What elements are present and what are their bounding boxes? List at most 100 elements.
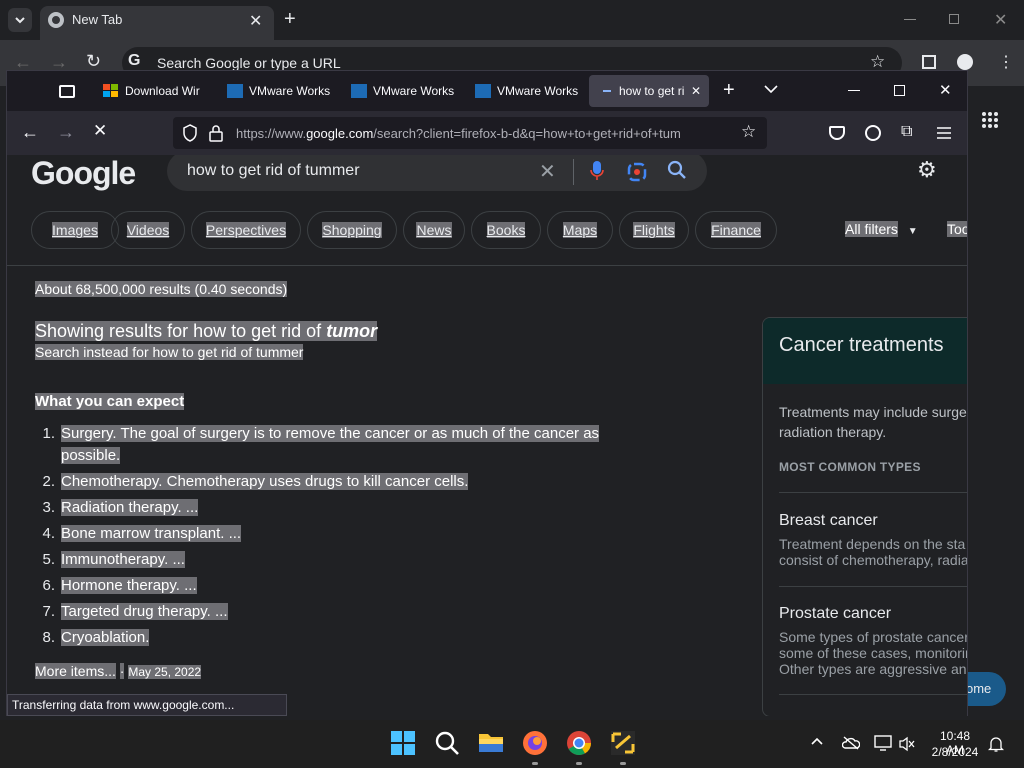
corrected-word: tumor xyxy=(326,321,378,341)
chip-images[interactable]: Images xyxy=(31,211,119,249)
close-tab-icon[interactable]: ✕ xyxy=(249,11,262,31)
divider xyxy=(573,159,574,185)
google-lens-icon[interactable] xyxy=(627,162,647,182)
separator-dot: · xyxy=(119,663,125,679)
url-text[interactable]: https://www.google.com/search?client=fir… xyxy=(236,126,736,141)
minimize-icon[interactable] xyxy=(904,19,916,20)
account-icon[interactable] xyxy=(865,125,881,141)
minimize-icon[interactable] xyxy=(848,90,860,91)
list-number: 7. xyxy=(42,603,55,620)
list-item: 7. Targeted drug therapy. ... xyxy=(37,603,228,620)
firefox-view-icon[interactable] xyxy=(59,85,75,98)
showing-prefix: Showing results for xyxy=(35,321,189,341)
all-filters-button[interactable]: All filters ▼ xyxy=(845,221,918,237)
more-options-icon[interactable]: ⋮ xyxy=(963,159,967,180)
maximize-icon[interactable] xyxy=(894,85,905,96)
tab-vmware-3[interactable]: VMware Works xyxy=(467,75,579,107)
network-icon[interactable] xyxy=(874,735,892,751)
firefox-icon[interactable] xyxy=(522,730,550,758)
file-explorer-icon[interactable] xyxy=(478,730,506,758)
search-instead-link[interactable]: Search instead for how to get rid of tum… xyxy=(35,344,304,360)
chip-shopping[interactable]: Shopping xyxy=(307,211,397,249)
restore-icon[interactable] xyxy=(949,14,959,24)
hamburger-menu-icon[interactable] xyxy=(936,127,952,139)
lock-icon[interactable] xyxy=(209,124,223,142)
corrected-query-link[interactable]: how to get rid of tumor xyxy=(193,321,378,341)
chip-label: Images xyxy=(52,222,98,238)
knowledge-panel-title: Cancer treatments xyxy=(779,334,944,356)
tools-button[interactable]: Too xyxy=(947,221,967,237)
chip-label: Videos xyxy=(126,222,170,238)
tracking-shield-icon[interactable] xyxy=(182,124,198,142)
profile-icon[interactable] xyxy=(957,54,973,70)
list-tabs-icon[interactable] xyxy=(764,79,778,99)
search-input[interactable]: how to get rid of tummer xyxy=(187,162,360,180)
tab-vmware-1[interactable]: VMware Works xyxy=(219,75,331,107)
stop-loading-icon[interactable]: ✕ xyxy=(93,121,107,141)
running-indicator xyxy=(620,762,626,765)
close-window-icon[interactable]: ✕ xyxy=(939,81,952,99)
list-text: Surgery. The goal of surgery is to remov… xyxy=(61,425,600,442)
chrome-icon[interactable] xyxy=(566,730,594,758)
vmware-icon xyxy=(475,84,491,98)
section-title-text: What you can expect xyxy=(35,393,185,410)
result-stats-text: About 68,500,000 results (0.40 seconds) xyxy=(35,281,288,297)
kp-type-desc: Some types of prostate cancer xyxy=(779,629,967,645)
google-results-page: Google how to get rid of tummer ✕ ⚙ ⋮ Im… xyxy=(7,155,967,716)
vmware-icon xyxy=(351,84,367,98)
chip-maps[interactable]: Maps xyxy=(547,211,613,249)
chip-videos[interactable]: Videos xyxy=(111,211,185,249)
tab-label: Download Wir xyxy=(125,84,200,98)
more-items-link[interactable]: More items... · May 25, 2022 xyxy=(35,663,202,679)
microsoft-logo-icon xyxy=(103,84,119,98)
chevron-up-icon[interactable] xyxy=(810,734,824,748)
chip-label: Books xyxy=(486,222,526,238)
back-arrow-icon[interactable]: ← xyxy=(21,122,39,143)
new-tab-button[interactable]: + xyxy=(284,8,296,31)
vmware-taskbar-icon[interactable] xyxy=(610,730,638,758)
kp-type-prostate-cancer[interactable]: Prostate cancer Some types of prostate c… xyxy=(779,605,967,677)
clear-search-icon[interactable]: ✕ xyxy=(539,159,556,184)
chip-perspectives[interactable]: Perspectives xyxy=(191,211,301,249)
kp-divider xyxy=(779,586,967,587)
tab-active-google-search[interactable]: how to get ri ✕ xyxy=(589,75,709,107)
google-logo[interactable]: Google xyxy=(31,155,136,192)
tab-vmware-2[interactable]: VMware Works xyxy=(343,75,455,107)
onedrive-icon[interactable] xyxy=(842,736,860,750)
tab-download-windows[interactable]: Download Wir xyxy=(95,75,207,107)
bookmark-star-icon[interactable]: ☆ xyxy=(870,52,885,72)
showing-results-for: Showing results for how to get rid of tu… xyxy=(35,321,378,342)
settings-gear-icon[interactable]: ⚙ xyxy=(917,157,937,183)
list-number: 5. xyxy=(42,551,55,568)
search-icon[interactable] xyxy=(434,730,462,758)
vmware-icon xyxy=(227,84,243,98)
extensions-icon[interactable]: ⧉ xyxy=(901,123,912,141)
search-icon[interactable] xyxy=(667,160,687,180)
microphone-icon[interactable] xyxy=(589,159,605,183)
tab-label: VMware Works xyxy=(249,84,331,98)
apps-grid-icon[interactable] xyxy=(981,111,999,129)
kp-type-breast-cancer[interactable]: Breast cancer Treatment depends on the s… xyxy=(779,512,967,568)
chip-finance[interactable]: Finance xyxy=(695,211,777,249)
list-number: 2. xyxy=(42,473,55,490)
close-window-icon[interactable]: ✕ xyxy=(994,10,1007,30)
reload-icon[interactable]: ↻ xyxy=(86,51,101,72)
chrome-menu-icon[interactable]: ⋮ xyxy=(998,52,1014,72)
clock-date[interactable]: 2/8/2024 xyxy=(930,745,980,759)
tab-search-button[interactable] xyxy=(8,8,32,32)
bookmark-star-icon[interactable]: ☆ xyxy=(741,122,756,142)
chip-flights[interactable]: Flights xyxy=(619,211,689,249)
url-rest: /search?client=firefox-b-d&q=how+to+get+… xyxy=(373,126,681,141)
new-tab-button[interactable]: + xyxy=(723,79,735,102)
volume-muted-icon[interactable] xyxy=(898,736,916,752)
chip-books[interactable]: Books xyxy=(471,211,541,249)
chip-news[interactable]: News xyxy=(403,211,465,249)
windows-start-icon[interactable] xyxy=(390,730,418,758)
notification-bell-icon[interactable] xyxy=(988,736,1004,752)
list-number: 4. xyxy=(42,525,55,542)
kp-type-name: Prostate cancer xyxy=(779,605,892,622)
kp-type-desc: Treatment depends on the sta xyxy=(779,536,966,552)
forward-arrow-icon[interactable]: → xyxy=(57,122,75,143)
side-panel-icon[interactable] xyxy=(922,55,936,69)
close-tab-icon[interactable]: ✕ xyxy=(691,75,701,107)
